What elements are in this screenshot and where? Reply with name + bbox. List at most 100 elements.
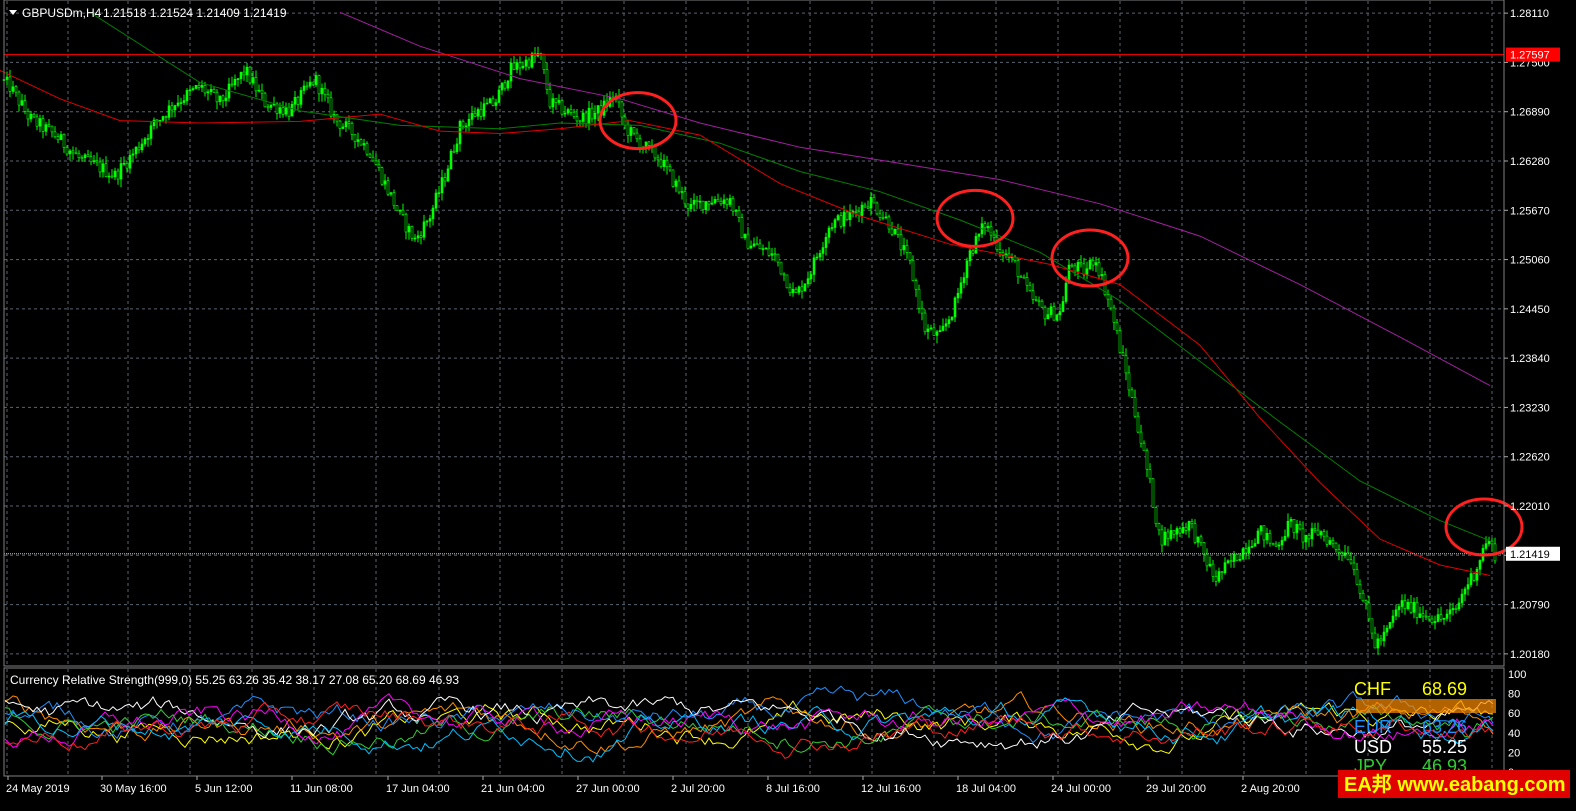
candle-body [323,87,327,95]
time-tick-label: 27 Jun 00:00 [576,783,640,795]
candle-body [1409,601,1413,613]
candle-body [905,245,909,253]
candle-body [995,236,999,250]
candle-body [293,96,297,105]
candle-body [545,69,549,90]
candle-body [506,80,510,89]
price-chart[interactable]: GBPUSDm,H4 1.21518 1.21524 1.21409 1.214… [0,0,1576,806]
candle-body [1091,260,1095,266]
candle-body [431,207,435,219]
candle-body [959,282,963,294]
candle-body [1451,608,1455,611]
candle-body [245,66,249,76]
candle-body [725,199,729,205]
mt4-chart-window[interactable]: GBPUSDm,H4 1.21518 1.21524 1.21409 1.214… [0,0,1576,806]
time-tick-label: 30 May 16:00 [100,783,167,795]
candle-body [296,96,300,105]
candle-body [698,200,702,203]
candle-body [1073,265,1077,272]
candle-body [890,228,894,235]
candle-body [299,90,303,105]
candle-body [152,119,156,127]
candle-body [191,88,195,91]
candle-body [1466,584,1470,590]
candle-body [350,122,354,135]
candle-body [713,199,717,204]
candle-body [8,76,12,92]
candle-body [437,192,441,195]
candle-body [869,196,873,209]
candle-body [1421,613,1425,617]
candle-body [44,124,48,132]
candle-body [791,288,795,293]
candle-body [572,111,576,117]
candle-body [785,274,789,289]
time-tick-label: 12 Jul 16:00 [861,783,921,795]
candle-body [368,153,372,158]
candle-body [1172,530,1176,535]
candle-body [1016,260,1020,277]
candle-body [1232,553,1236,562]
candle-body [35,116,39,127]
candle-body [137,146,141,151]
legend-currency-name: USD [1354,737,1392,757]
candle-body [1199,536,1203,543]
candle-body [98,161,102,173]
candle-body [476,109,480,117]
candle-body [233,78,237,86]
candle-body [1217,571,1221,582]
candle-body [1424,615,1428,618]
candle-body [719,200,723,205]
candle-body [29,113,33,120]
price-tick-label: 1.28110 [1510,8,1549,20]
candle-body [1295,523,1299,533]
candle-body [440,177,444,194]
candle-body [146,138,150,140]
candle-body [317,75,321,95]
candle-body [1166,531,1170,539]
candle-body [236,78,240,80]
candle-body [23,100,27,112]
candle-body [740,217,744,239]
candle-body [389,192,393,195]
candle-body [1253,543,1257,547]
candle-body [560,100,564,115]
candle-body [554,98,558,103]
candle-body [1124,355,1128,374]
candle-body [1205,553,1209,567]
candle-body [38,118,42,127]
candle-body [419,235,423,238]
candle-body [101,163,105,173]
candle-body [185,90,189,101]
price-tick-label: 1.25060 [1510,255,1550,267]
candle-body [578,120,582,123]
candle-body [1313,528,1317,531]
candle-body [443,177,447,182]
candle-body [1046,314,1050,320]
candle-body [161,116,165,121]
candle-body [1325,535,1329,545]
candle-body [467,119,471,127]
candle-body [722,199,726,205]
time-tick-label: 21 Jun 04:00 [481,783,545,795]
candle-body [761,248,765,250]
candle-body [542,54,546,70]
candle-body [83,154,87,159]
candle-body [341,126,345,129]
candle-body [662,159,666,167]
candle-body [1418,613,1422,618]
candle-body [788,287,792,293]
price-tick-label: 1.24450 [1510,304,1550,316]
candle-body [371,156,375,162]
candle-body [1148,469,1152,480]
candle-body [1058,311,1062,316]
candle-body [1055,314,1059,321]
candle-body [1460,593,1464,604]
candle-body [1184,526,1188,531]
candle-body [32,113,36,118]
legend-overlap-band [1356,699,1496,713]
candle-body [1136,415,1140,433]
candle-body [815,256,819,259]
candle-body [20,100,24,106]
candle-body [1316,529,1320,536]
